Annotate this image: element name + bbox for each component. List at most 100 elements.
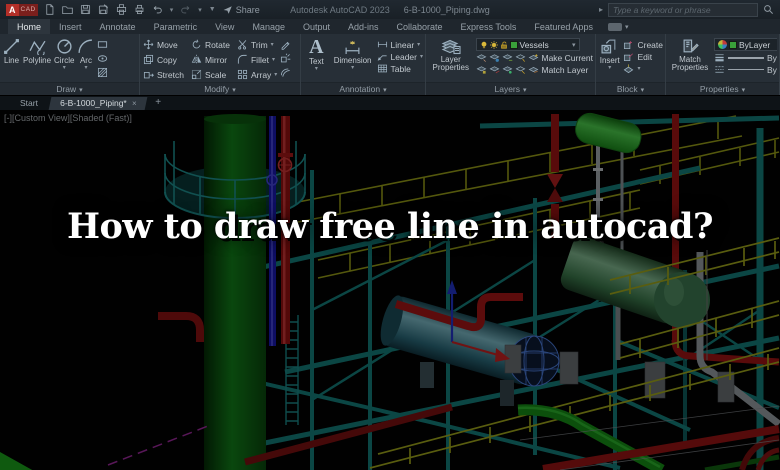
panel-label-block[interactable]: Block	[596, 82, 665, 95]
explode-tool-icon[interactable]	[280, 53, 291, 64]
tab-annotate[interactable]: Annotate	[91, 19, 145, 34]
circle-button[interactable]: Circle ▾	[54, 36, 74, 70]
plot-icon[interactable]	[116, 4, 127, 15]
chevron-down-icon[interactable]: ▾	[637, 67, 640, 71]
insert-button[interactable]: Insert ▾	[599, 36, 620, 70]
match-layer-button[interactable]: Match Layer	[476, 64, 594, 75]
arc-button[interactable]: Arc ▾	[77, 36, 94, 70]
panel-label-modify[interactable]: Modify	[140, 82, 300, 95]
stretch-button[interactable]: Stretch	[143, 67, 184, 82]
block-attributes-button[interactable]: ▾	[623, 63, 663, 74]
tab-view[interactable]: View	[206, 19, 243, 34]
move-button[interactable]: Move	[143, 37, 184, 52]
copy-button[interactable]: Copy	[143, 52, 184, 67]
linear-button[interactable]: Linear ▾	[377, 39, 423, 50]
scale-button[interactable]: Scale	[191, 67, 230, 82]
open-folder-icon[interactable]	[62, 4, 73, 15]
chevron-down-icon[interactable]: ▾	[420, 55, 423, 59]
customize-qat-icon[interactable]: ▼	[209, 6, 216, 13]
chevron-down-icon[interactable]: ▾	[315, 67, 318, 71]
text-button[interactable]: A Text ▾	[304, 36, 329, 71]
leader-icon	[377, 51, 388, 62]
tab-output[interactable]: Output	[294, 19, 339, 34]
chevron-down-icon[interactable]: ▾	[351, 66, 354, 70]
redo-icon[interactable]	[180, 4, 191, 15]
trim-button[interactable]: Trim ▾	[237, 37, 277, 52]
tab-manage[interactable]: Manage	[243, 19, 294, 34]
offset-tool-icon[interactable]	[280, 67, 291, 78]
tab-add-ins[interactable]: Add-ins	[339, 19, 388, 34]
tab-featured-apps[interactable]: Featured Apps	[525, 19, 602, 34]
ellipse-tool-icon[interactable]	[97, 53, 108, 64]
polyline-button[interactable]: Polyline	[23, 36, 51, 65]
undo-icon[interactable]	[152, 4, 163, 15]
dimension-button[interactable]: Dimension ▾	[332, 36, 374, 70]
tab-collaborate[interactable]: Collaborate	[388, 19, 452, 34]
array-icon	[237, 69, 248, 80]
erase-tool-icon[interactable]	[280, 39, 291, 50]
match-properties-button[interactable]: Match Properties	[669, 36, 711, 72]
table-button[interactable]: Table	[377, 63, 423, 74]
tab-active-drawing[interactable]: 6-B-1000_Piping* ×	[49, 97, 148, 110]
panel-label-annotation[interactable]: Annotation	[301, 82, 425, 95]
panel-label-properties[interactable]: Properties	[666, 82, 779, 95]
chevron-down-icon[interactable]: ▾	[274, 73, 277, 77]
app-menu-button[interactable]: A CAD	[6, 3, 38, 16]
create-block-button[interactable]: Create	[623, 39, 663, 50]
search-expand-icon[interactable]: ▸	[599, 5, 603, 14]
panel-dropdown-icon	[383, 84, 387, 94]
fillet-button[interactable]: Fillet ▾	[237, 52, 277, 67]
drawing-viewport[interactable]: [-][Custom View][Shaded (Fast)] How to d…	[0, 110, 780, 470]
dark-overlay	[0, 110, 780, 470]
search-icon[interactable]	[763, 4, 774, 15]
leader-button[interactable]: Leader ▾	[377, 51, 423, 62]
object-color-select[interactable]: ByLayer ▾	[714, 38, 777, 51]
tab-home[interactable]: Home	[8, 19, 50, 34]
edit-block-button[interactable]: Edit	[623, 51, 663, 62]
panel-label-layers[interactable]: Layers	[426, 82, 595, 95]
chevron-down-icon[interactable]: ▾	[608, 66, 611, 70]
mirror-button[interactable]: Mirror	[191, 52, 230, 67]
stretch-icon	[143, 69, 154, 80]
color-swatch	[729, 41, 737, 49]
search-input[interactable]	[608, 3, 758, 17]
new-file-icon[interactable]	[44, 4, 55, 15]
save-icon[interactable]	[80, 4, 91, 15]
chevron-down-icon[interactable]: ▾	[271, 43, 274, 47]
close-tab-icon[interactable]: ×	[132, 99, 137, 108]
share-button[interactable]: Share	[223, 5, 260, 15]
line-button[interactable]: Line	[3, 36, 20, 65]
ribbon-options-button[interactable]: ▾	[608, 19, 629, 34]
layer-properties-button[interactable]: Layer Properties	[429, 36, 473, 72]
layer-select[interactable]: Vessels ▾	[476, 38, 580, 51]
rotate-button[interactable]: Rotate	[191, 37, 230, 52]
line-icon	[3, 38, 20, 55]
drawing-tab-bar: Start 6-B-1000_Piping* × +	[0, 96, 780, 110]
hatch-tool-icon[interactable]	[97, 67, 108, 78]
chevron-down-icon[interactable]: ▾	[84, 66, 87, 70]
layer-tool-icon	[502, 52, 513, 63]
make-current-icon	[528, 52, 539, 63]
tab-parametric[interactable]: Parametric	[145, 19, 207, 34]
color-wheel-icon	[718, 40, 727, 49]
chevron-down-icon[interactable]: ▾	[63, 66, 66, 70]
rectangle-tool-icon[interactable]	[97, 39, 108, 50]
linetype-select[interactable]: ByLayer	[714, 64, 777, 75]
polyline-icon	[29, 38, 46, 55]
chevron-down-icon[interactable]: ▾	[272, 58, 275, 62]
mirror-icon	[191, 54, 202, 65]
lineweight-select[interactable]: ByLayer	[714, 52, 777, 63]
print-icon[interactable]	[134, 4, 145, 15]
save-as-icon[interactable]	[98, 4, 109, 15]
new-drawing-button[interactable]: +	[148, 97, 168, 110]
undo-dropdown-icon[interactable]: ▾	[170, 6, 174, 14]
layer-tool-icon	[489, 64, 500, 75]
redo-dropdown-icon[interactable]: ▾	[198, 6, 202, 14]
tab-start[interactable]: Start	[10, 97, 48, 110]
tab-insert[interactable]: Insert	[50, 19, 91, 34]
chevron-down-icon[interactable]: ▾	[417, 43, 420, 47]
panel-label-draw[interactable]: Draw	[0, 82, 139, 95]
tab-express-tools[interactable]: Express Tools	[452, 19, 526, 34]
make-current-button[interactable]: Make Current	[476, 52, 594, 63]
array-button[interactable]: Array ▾	[237, 67, 277, 82]
